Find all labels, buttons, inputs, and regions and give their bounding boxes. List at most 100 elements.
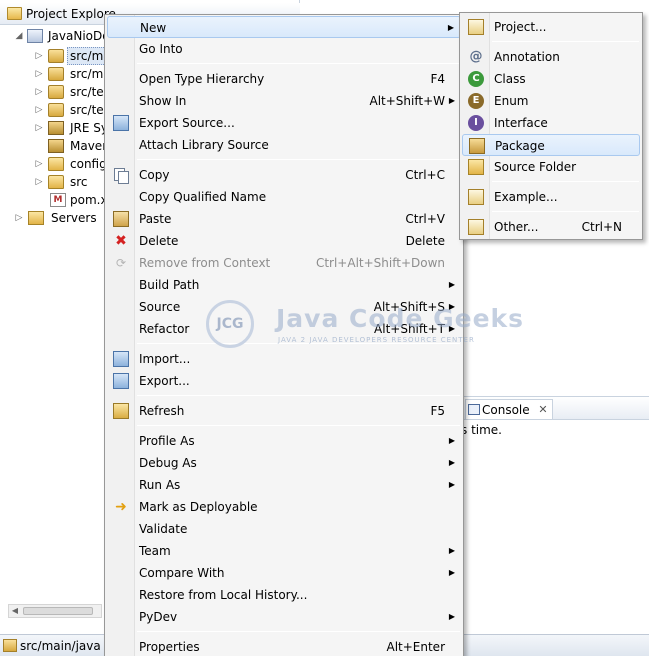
menu-item-label: Enum [494,94,529,108]
tree-item-label: pom.x [70,193,108,207]
enum-icon: E [468,93,484,109]
menu-item-label: Import... [139,352,191,366]
menu-item-shortcut: Alt+Shift+W [369,94,446,108]
console-output: s time. [461,423,502,437]
menu-item-export[interactable]: Export... [107,370,461,392]
new-menu-item-enum[interactable]: E Enum [462,90,640,112]
menu-item-label: Package [495,139,545,153]
expand-arrow-icon[interactable]: ▷ [34,100,44,120]
menu-item-properties[interactable]: Properties Alt+Enter [107,636,461,656]
console-header: Console ✕ [459,396,649,420]
close-icon[interactable]: ✕ [538,400,547,420]
new-menu-item-source-folder[interactable]: Source Folder [462,156,640,178]
delete-icon: ✖ [115,233,127,249]
menu-item-label: Other... [494,220,539,234]
menu-separator [492,211,639,212]
menu-item-restore-from-local-history[interactable]: Restore from Local History... [107,584,461,606]
expanded-arrow-icon[interactable]: ◢ [14,26,24,46]
menu-item-label: Example... [494,190,558,204]
menu-item-export-source[interactable]: Export Source... [107,112,461,134]
menu-item-team[interactable]: Team ▶ [107,540,461,562]
expand-arrow-icon[interactable]: ▷ [34,154,44,174]
new-menu-item-annotation[interactable]: @ Annotation [462,46,640,68]
expand-arrow-icon[interactable]: ▷ [34,46,44,66]
menu-item-label: Attach Library Source [139,138,269,152]
menu-item-label: Delete [139,234,179,248]
menu-item-label: Validate [139,522,188,536]
folder-icon [48,157,64,171]
menu-item-go-into[interactable]: Go Into [107,38,461,60]
expand-arrow-icon[interactable]: ▷ [34,172,44,192]
menu-item-label: Annotation [494,50,560,64]
menu-item-compare-with[interactable]: Compare With ▶ [107,562,461,584]
submenu-arrow-icon: ▶ [448,612,455,621]
menu-item-pydev[interactable]: PyDev ▶ [107,606,461,628]
menu-item-refresh[interactable]: Refresh F5 [107,400,461,422]
submenu-arrow-icon: ▶ [447,23,454,32]
scrollbar-thumb[interactable] [23,607,93,615]
menu-item-delete[interactable]: ✖ Delete Delete [107,230,461,252]
copy-icon [113,167,129,184]
menu-item-open-type-hierarchy[interactable]: Open Type Hierarchy F4 [107,68,461,90]
scroll-left-arrow-icon[interactable]: ◀ [10,605,20,617]
expand-arrow-icon[interactable]: ▷ [34,64,44,84]
interface-icon: I [468,115,484,131]
menu-item-label: Copy [139,168,170,182]
menu-item-label: Open Type Hierarchy [139,72,265,86]
tree-item-label: Maver [70,139,108,153]
export-icon [113,373,129,389]
remove-context-icon: ⟳ [115,256,127,270]
submenu-arrow-icon: ▶ [448,280,455,289]
menu-item-attach-library-source[interactable]: Attach Library Source [107,134,461,156]
menu-item-label: Refresh [139,404,185,418]
console-icon [468,404,480,415]
menu-item-shortcut: Ctrl+C [405,168,445,182]
menu-item-label: Team [139,544,171,558]
menu-item-run-as[interactable]: Run As ▶ [107,474,461,496]
new-menu-item-class[interactable]: C Class [462,68,640,90]
menu-item-label: Properties [139,640,200,654]
status-text: src/main/java - [20,639,109,653]
menu-separator [492,41,639,42]
menu-item-shortcut: Ctrl+V [405,212,445,226]
new-menu-item-package[interactable]: Package [462,134,640,156]
tree-item-label: Servers [51,211,97,225]
tree-item-label: JavaNioDo [48,29,110,43]
submenu-arrow-icon: ▶ [448,480,455,489]
submenu-arrow-icon: ▶ [448,96,455,105]
export-source-icon [113,115,129,131]
menu-item-label: Run As [139,478,181,492]
new-menu-item-interface[interactable]: I Interface [462,112,640,134]
submenu-arrow-icon: ▶ [448,436,455,445]
source-folder-icon [48,103,64,117]
paste-icon [113,211,129,227]
menu-item-mark-as-deployable[interactable]: ➜ Mark as Deployable [107,496,461,518]
menu-item-validate[interactable]: Validate [107,518,461,540]
menu-separator [492,181,639,182]
menu-item-label: Export Source... [139,116,235,130]
other-icon [468,219,484,235]
menu-item-debug-as[interactable]: Debug As ▶ [107,452,461,474]
expand-arrow-icon[interactable]: ▷ [34,118,44,138]
menu-item-new[interactable]: New ▶ [107,16,461,38]
project-explorer-tab[interactable]: Project Explore [4,3,120,25]
expand-arrow-icon[interactable]: ▷ [34,82,44,102]
console-tab[interactable]: Console ✕ [465,399,553,419]
source-folder-icon [48,67,64,81]
java-code-geeks-watermark: JCG Java Code Geeks JAVA 2 JAVA DEVELOPE… [206,298,523,352]
new-menu-item-other[interactable]: Other... Ctrl+N [462,216,640,238]
import-icon [113,351,129,367]
menu-item-paste[interactable]: Paste Ctrl+V [107,208,461,230]
menu-item-build-path[interactable]: Build Path ▶ [107,274,461,296]
menu-item-profile-as[interactable]: Profile As ▶ [107,430,461,452]
menu-item-copy-qualified-name[interactable]: Copy Qualified Name [107,186,461,208]
menu-item-show-in[interactable]: Show In Alt+Shift+W ▶ [107,90,461,112]
new-menu-item-project[interactable]: Project... [462,16,640,38]
expand-arrow-icon[interactable]: ▷ [14,208,24,228]
new-menu-item-example[interactable]: Example... [462,186,640,208]
horizontal-scrollbar[interactable]: ◀ [8,604,102,618]
project-explorer-title: Project Explore [26,7,116,21]
source-folder-icon [468,159,484,175]
menu-item-copy[interactable]: Copy Ctrl+C [107,164,461,186]
menu-item-label: Refactor [139,322,190,336]
